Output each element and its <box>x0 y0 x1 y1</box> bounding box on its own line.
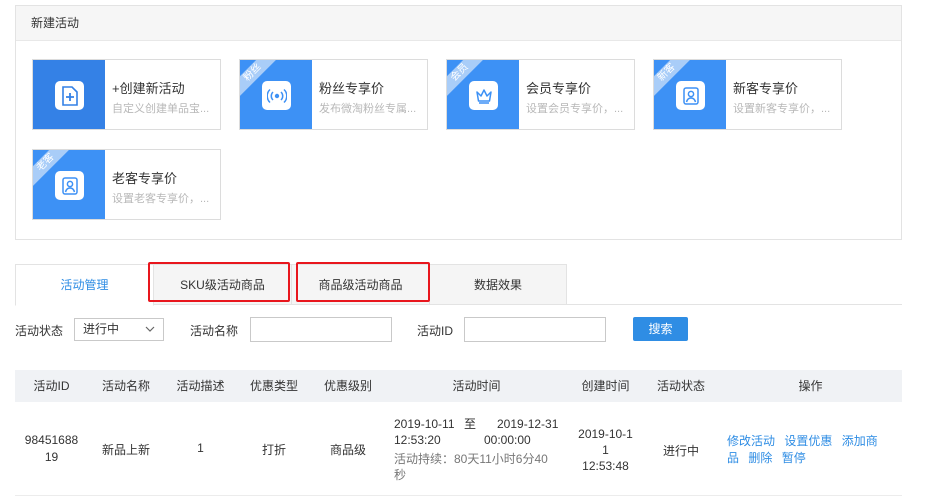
id-filter-label: 活动ID <box>417 324 454 338</box>
card-title: +创建新活动 <box>112 81 185 96</box>
broadcast-icon <box>262 81 291 110</box>
user-icon <box>55 171 84 200</box>
set-discount-link[interactable]: 设置优惠 <box>784 434 832 448</box>
pause-link[interactable]: 暂停 <box>782 451 806 465</box>
column-header: 活动状态 <box>656 379 705 393</box>
status-filter-label: 活动状态 <box>15 324 64 338</box>
status-select[interactable]: 进行中 <box>74 318 164 341</box>
card-desc: 发布微淘粉丝专属... <box>319 103 417 115</box>
fans-price-card[interactable]: 粉丝 粉丝专享价 发布微淘粉丝专属... <box>239 59 428 130</box>
tab-data-effect[interactable]: 数据效果 <box>429 264 567 305</box>
discount-level-cell: 商品级 <box>329 443 366 457</box>
activity-time-cell: 2019-10-11 12:53:20 至 2019-12-31 00:00:0… <box>394 416 569 483</box>
created-time-cell: 2019-10-1 1 12:53:48 <box>578 427 633 473</box>
search-button[interactable]: 搜索 <box>633 317 688 341</box>
card-desc: 自定义创建单品宝... <box>112 103 210 115</box>
add-goods-link[interactable]: 添加商 <box>842 434 878 448</box>
chevron-down-icon <box>145 326 155 332</box>
old-customer-price-card[interactable]: 老客 老客专享价 设置老客专享价，... <box>32 149 221 220</box>
tab-bar: 活动管理 SKU级活动商品 商品级活动商品 数据效果 <box>15 264 902 306</box>
status-select-value: 进行中 <box>83 322 120 336</box>
activity-id-input[interactable] <box>464 317 606 342</box>
column-header: 操作 <box>798 379 823 393</box>
crown-icon <box>469 81 498 110</box>
tab-item-goods[interactable]: 商品级活动商品 <box>291 264 430 305</box>
card-desc: 设置老客专享价，... <box>112 193 210 205</box>
operations-cell: 修改活动 设置优惠 添加商 品 删除 暂停 <box>727 433 897 467</box>
tab-activity-management[interactable]: 活动管理 <box>15 264 154 306</box>
activity-duration: 活动持续：80天11小时6分40 <box>394 452 548 466</box>
card-title: 粉丝专享价 <box>319 81 385 96</box>
user-icon <box>676 81 705 110</box>
create-activity-card[interactable]: +创建新活动 自定义创建单品宝... <box>32 59 221 130</box>
new-activity-header: 新建活动 <box>16 6 901 41</box>
name-filter-label: 活动名称 <box>190 324 239 338</box>
discount-type-cell: 打折 <box>261 443 286 457</box>
tab-sku-goods[interactable]: SKU级活动商品 <box>153 264 292 305</box>
table-header: 活动ID 活动名称 活动描述 优惠类型 优惠级别 活动时间 创建时间 活动状态 … <box>15 370 902 402</box>
member-price-card[interactable]: 会员 会员专享价 设置会员专享价，... <box>446 59 635 130</box>
activity-desc-cell: 1 <box>197 441 204 455</box>
activity-id-cell: 98451688 19 <box>24 433 79 464</box>
activity-name-cell: 新品上新 <box>101 443 150 457</box>
column-header: 活动描述 <box>176 379 225 393</box>
activity-status-cell: 进行中 <box>662 444 699 458</box>
plus-document-icon <box>55 81 84 110</box>
card-title: 老客专享价 <box>112 171 178 186</box>
activity-name-input[interactable] <box>250 317 392 342</box>
new-customer-price-card[interactable]: 新客 新客专享价 设置新客专享价，... <box>653 59 842 130</box>
add-goods-link-cont[interactable]: 品 <box>727 451 739 465</box>
column-header: 优惠类型 <box>249 379 298 393</box>
card-title: 会员专享价 <box>526 81 592 96</box>
column-header: 活动名称 <box>101 379 150 393</box>
new-activity-panel: 新建活动 +创建新活动 自定义创建单品宝... 粉丝 粉丝专享价 发布微淘粉丝专… <box>15 5 902 240</box>
table-row: 98451688 19 新品上新 1 打折 商品级 2019-10-11 12:… <box>15 402 902 496</box>
card-desc: 设置会员专享价，... <box>526 103 624 115</box>
column-header: 活动时间 <box>452 379 501 393</box>
filter-bar: 活动状态 进行中 活动名称 活动ID 搜索 <box>0 316 930 344</box>
column-header: 优惠级别 <box>323 379 372 393</box>
column-header: 活动ID <box>33 379 70 393</box>
card-title: 新客专享价 <box>733 81 799 96</box>
column-header: 创建时间 <box>581 379 630 393</box>
edit-activity-link[interactable]: 修改活动 <box>727 434 775 448</box>
delete-link[interactable]: 删除 <box>748 451 772 465</box>
card-desc: 设置新客专享价，... <box>733 103 831 115</box>
